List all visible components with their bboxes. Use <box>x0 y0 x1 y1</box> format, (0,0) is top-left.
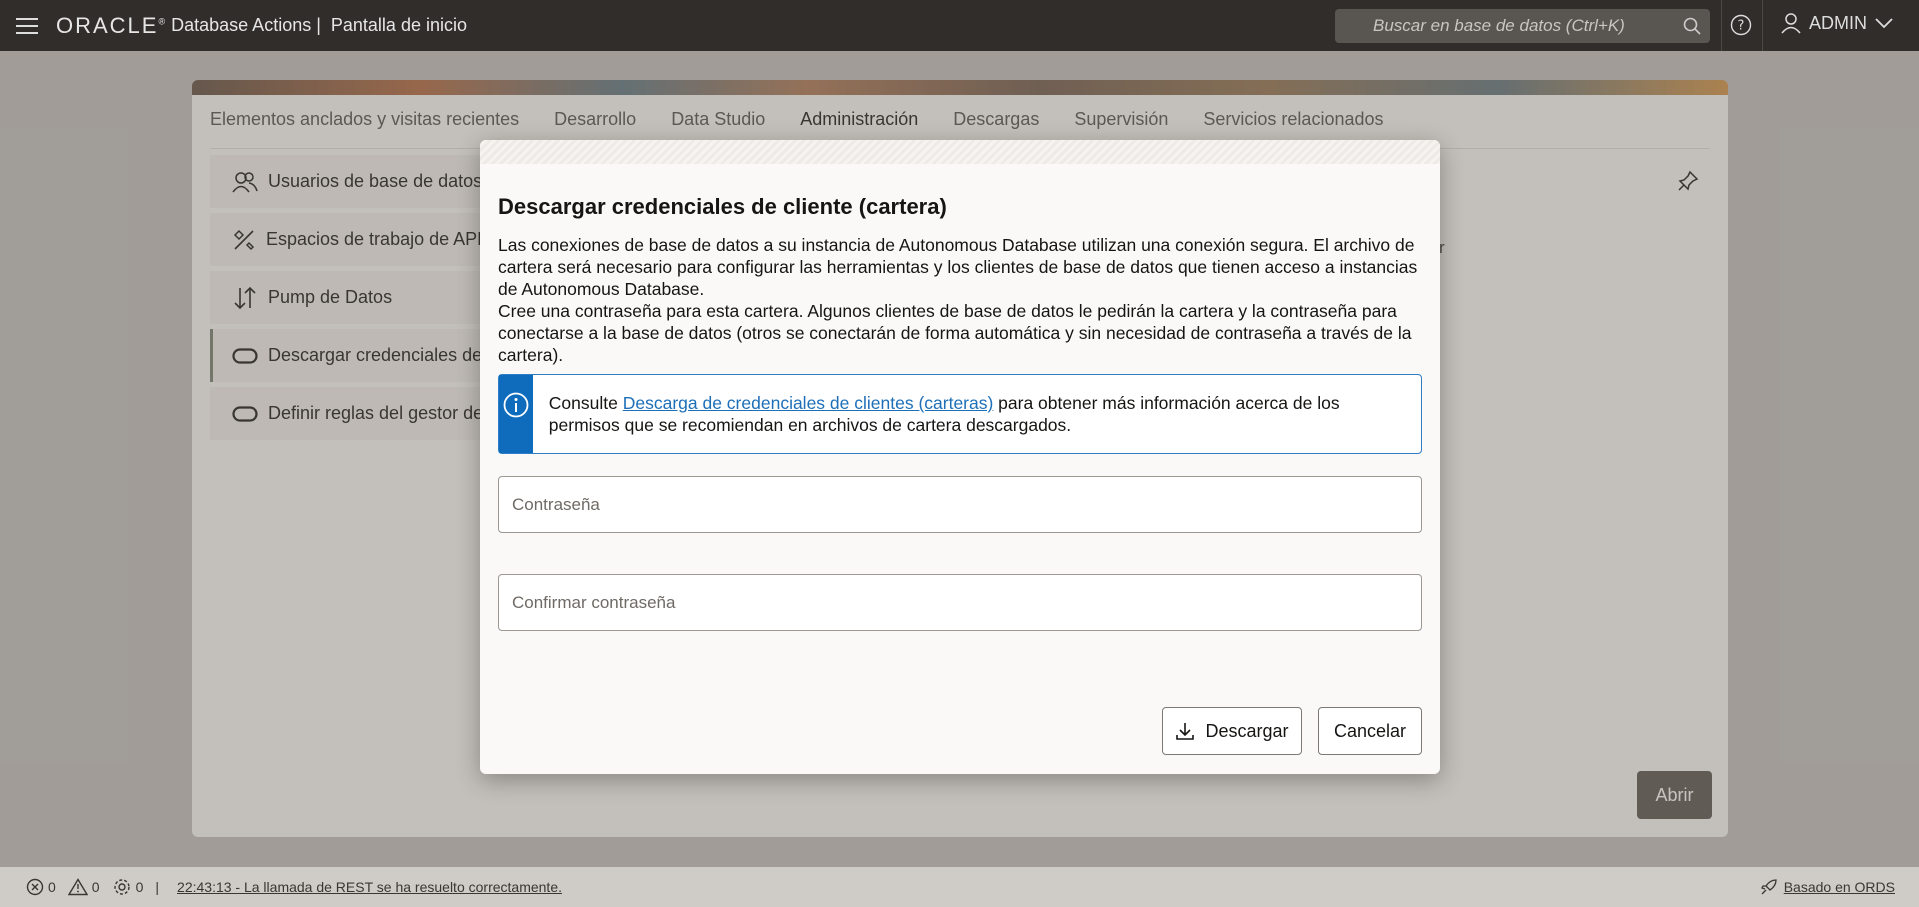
errors-indicator[interactable]: 0 <box>26 878 56 896</box>
confirm-password-container <box>498 574 1422 631</box>
divider <box>1721 0 1722 51</box>
status-message[interactable]: 22:43:13 - La llamada de REST se ha resu… <box>177 879 562 895</box>
gear-icon <box>113 879 130 895</box>
footer-separator: | <box>155 879 160 895</box>
confirm-password-field[interactable] <box>499 575 1421 630</box>
credentials-help-link[interactable]: Descarga de credenciales de clientes (ca… <box>623 393 994 413</box>
dialog-body: Las conexiones de base de datos a su ins… <box>498 234 1428 366</box>
cancel-button[interactable]: Cancelar <box>1318 707 1422 755</box>
info-strip <box>499 375 533 453</box>
error-icon <box>26 878 44 896</box>
oracle-logo: ORACLE® <box>56 12 166 38</box>
info-icon <box>503 392 529 418</box>
divider <box>1762 0 1763 51</box>
help-icon[interactable]: ? <box>1730 14 1752 36</box>
status-bar: 0 0 0 | 22:43:13 - La llamada de REST se… <box>0 867 1919 907</box>
password-field-container <box>498 476 1422 533</box>
user-menu[interactable]: ADMIN <box>1781 12 1893 34</box>
warning-icon <box>67 878 88 896</box>
search-input[interactable] <box>1335 16 1674 36</box>
dialog-paragraph: Las conexiones de base de datos a su ins… <box>498 235 1418 299</box>
download-button[interactable]: Descargar <box>1162 707 1302 755</box>
ords-link[interactable]: Basado en ORDS <box>1760 878 1895 896</box>
warnings-indicator[interactable]: 0 <box>67 878 100 896</box>
dialog-title: Descargar credenciales de cliente (carte… <box>498 194 947 219</box>
user-name: ADMIN <box>1809 12 1867 33</box>
search-box[interactable] <box>1335 9 1710 43</box>
app-name: Database Actions | <box>171 15 321 35</box>
user-icon <box>1781 13 1801 34</box>
dialog-paragraph: Cree una contraseña para esta cartera. A… <box>498 301 1412 365</box>
rocket-icon <box>1760 879 1777 895</box>
menu-icon[interactable] <box>16 17 38 34</box>
info-message: Consulte Descarga de credenciales de cli… <box>498 374 1422 454</box>
download-icon <box>1176 723 1195 740</box>
password-field[interactable] <box>499 477 1421 532</box>
search-icon[interactable] <box>1674 9 1710 43</box>
settings-indicator[interactable]: 0 <box>112 877 143 897</box>
info-text: Consulte Descarga de credenciales de cli… <box>548 393 1340 435</box>
svg-text:?: ? <box>1738 19 1745 34</box>
chevron-down-icon <box>1875 18 1893 29</box>
top-bar: ORACLE® Database Actions | Pantalla de i… <box>0 0 1919 51</box>
page-title: Pantalla de inicio <box>330 15 467 35</box>
dialog-header-pattern <box>480 140 1440 164</box>
download-credentials-dialog: Descargar credenciales de cliente (carte… <box>480 140 1440 774</box>
